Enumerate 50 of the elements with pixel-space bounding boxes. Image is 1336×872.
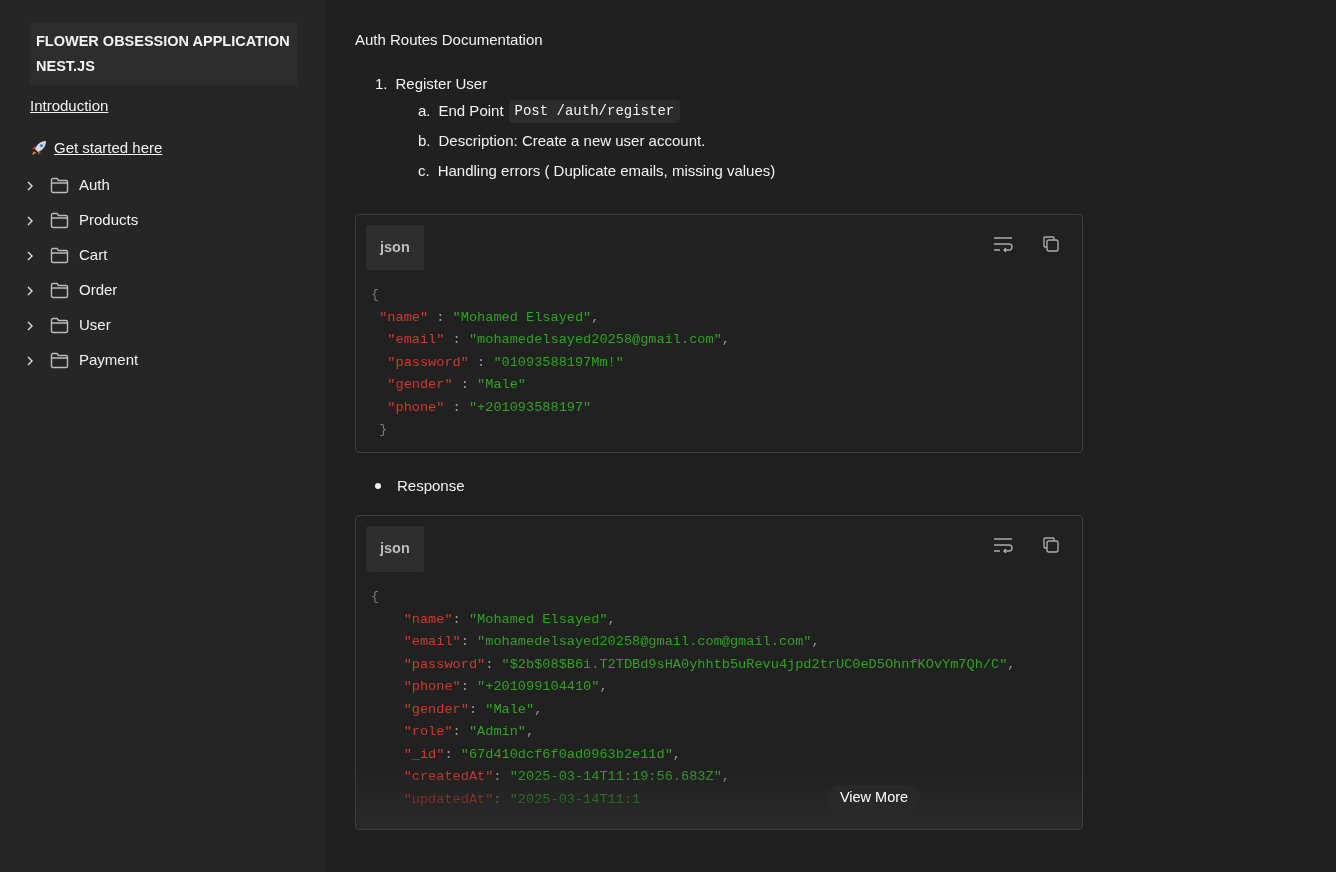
list-marker: c. — [418, 161, 430, 182]
code-line: { — [371, 286, 380, 305]
folder-icon — [50, 177, 69, 194]
list-marker: a. — [418, 101, 431, 122]
list-item-text: Handling errors ( Duplicate emails, missing values) — [437, 161, 776, 182]
folder-icon — [50, 247, 69, 264]
code-line: "gender": "Male", — [402, 700, 543, 719]
code-line: "email": "mohamedelsayed20258@gmail.com@gmail.com", — [402, 633, 820, 651]
list-number: 1. — [375, 74, 388, 94]
language-tag: json — [366, 526, 424, 572]
folder-icon — [50, 352, 69, 369]
wrap-text-icon[interactable] — [992, 536, 1014, 555]
folder-item[interactable]: Payment — [24, 349, 139, 372]
code-line: "name" : "Mohamed Elsayed", — [378, 308, 600, 327]
wrap-text-icon[interactable] — [992, 234, 1014, 253]
code-line: "updatedAt": "2025-03-14T11:1 — [402, 790, 641, 809]
sidebar-link[interactable]: Get started here — [30, 136, 163, 159]
list-item-text: Register User — [395, 74, 488, 94]
folder-icon — [50, 317, 69, 334]
code-line: { — [371, 588, 380, 606]
list-item-text: End Point — [438, 101, 504, 122]
folder-item[interactable]: Auth — [24, 174, 110, 197]
code-line: "role": "Admin", — [402, 723, 535, 741]
inline-code: Post /auth/register — [508, 100, 681, 123]
folder-icon — [50, 282, 69, 299]
code-line: "email" : "mohamedelsayed20258@gmail.com", — [386, 331, 730, 350]
list-item-text: Description: Create a new user account. — [438, 131, 706, 152]
sidebar-title: FLOWER OBSESSION APPLICATION NEST.JS — [30, 23, 297, 85]
sidebar-link[interactable]: Introduction — [30, 95, 109, 118]
rocket-icon — [30, 138, 48, 157]
language-tag: json — [366, 224, 424, 271]
folder-item[interactable]: Products — [24, 209, 139, 232]
folder-item[interactable]: Order — [24, 279, 118, 302]
code-line: "password": "$2b$08$B6i.T2TDBd9sHA0yhhtb5uRevu4jpd2trUC0eD5OhnfKOvYm7Qh/C", — [402, 655, 1016, 674]
code-line: "name": "Mohamed Elsayed", — [402, 610, 616, 629]
page-heading: Auth Routes Documentation — [355, 30, 543, 50]
code-line: "createdAt": "2025-03-14T11:19:56.683Z", — [402, 768, 730, 786]
copy-icon[interactable] — [1042, 234, 1060, 253]
code-line: "gender" : "Male" — [386, 376, 526, 395]
folder-icon — [50, 212, 69, 229]
code-line: } — [378, 421, 388, 440]
bullet-text: Response — [397, 475, 465, 496]
folder-item[interactable]: Cart — [24, 244, 108, 267]
code-line: "phone": "+201099104410", — [402, 678, 608, 696]
code-line: "password" : "01093588197Mm!" — [386, 353, 624, 372]
folder-item[interactable]: User — [24, 314, 111, 337]
list-marker: b. — [418, 131, 431, 152]
code-line: "_id": "67d410dcf6f0ad0963b2e11d", — [402, 745, 682, 764]
code-line: "phone" : "+201093588197" — [386, 398, 592, 417]
copy-icon[interactable] — [1042, 536, 1060, 555]
